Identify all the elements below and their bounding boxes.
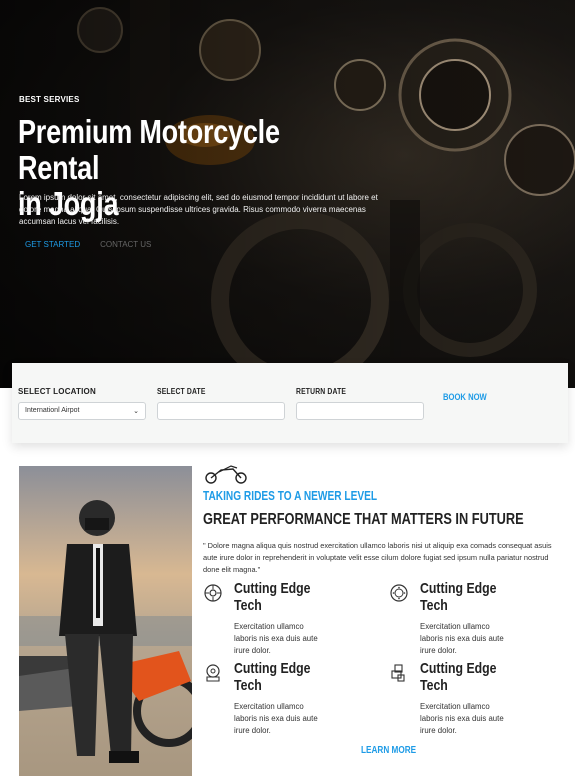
return-date-field[interactable] (296, 402, 424, 420)
feature-title: Cutting Edge Tech (420, 660, 497, 694)
select-date-field[interactable] (157, 402, 285, 420)
hero-section: BEST SERVIES Premium Motorcycle Rental i… (0, 0, 575, 388)
location-label: SELECT LOCATION (18, 387, 96, 396)
hero-eyebrow: BEST SERVIES (19, 95, 80, 104)
location-select[interactable]: Internationl Airpot ⌄ (18, 402, 146, 420)
contact-us-button[interactable]: CONTACT US (100, 236, 151, 253)
date-label: SELECT DATE (157, 387, 206, 396)
section-quote: " Dolore magna aliqua quis nostrud exerc… (203, 541, 552, 574)
feature-item: Cutting Edge Tech Exercitation ullamco l… (389, 660, 539, 743)
engine-icon (204, 584, 222, 602)
section-tagline: TAKING RIDES TO A NEWER LEVEL (203, 488, 378, 503)
feature-item: Cutting Edge Tech Exercitation ullamco l… (389, 580, 539, 663)
section-title: GREAT PERFORMANCE THAT MATTERS IN FUTURE (203, 511, 524, 528)
piston-icon (206, 664, 220, 682)
location-selected-value: Internationl Airpot (25, 407, 80, 414)
feature-text: Exercitation ullamco laboris nis exa dui… (234, 702, 318, 735)
gearbox-icon (391, 664, 405, 682)
brake-disc-icon (390, 584, 408, 602)
feature-text: Exercitation ullamco laboris nis exa dui… (420, 702, 504, 735)
feature-text: Exercitation ullamco laboris nis exa dui… (234, 622, 318, 655)
rider-image (19, 466, 192, 776)
motorcycle-icon (205, 465, 247, 484)
rider-photo (19, 466, 192, 776)
return-date-label: RETURN DATE (296, 387, 347, 396)
hero-title-line1: Premium Motorcycle Rental (18, 113, 280, 186)
feature-title: Cutting Edge Tech (234, 660, 311, 694)
feature-text: Exercitation ullamco laboris nis exa dui… (420, 622, 504, 655)
hero-description: Lorem ipsum dolor sit amet, consectetur … (19, 193, 378, 226)
get-started-button[interactable]: GET STARTED (19, 236, 86, 253)
hero-buttons: GET STARTED CONTACT US (19, 236, 151, 253)
feature-title: Cutting Edge Tech (420, 580, 497, 614)
book-now-button[interactable]: BOOK NOW (443, 392, 487, 402)
feature-title: Cutting Edge Tech (234, 580, 311, 614)
chevron-down-icon: ⌄ (133, 408, 139, 415)
feature-item: Cutting Edge Tech Exercitation ullamco l… (203, 580, 353, 663)
feature-item: Cutting Edge Tech Exercitation ullamco l… (203, 660, 353, 743)
booking-form: SELECT LOCATION Internationl Airpot ⌄ SE… (12, 363, 568, 443)
learn-more-button[interactable]: LEARN MORE (361, 745, 416, 756)
